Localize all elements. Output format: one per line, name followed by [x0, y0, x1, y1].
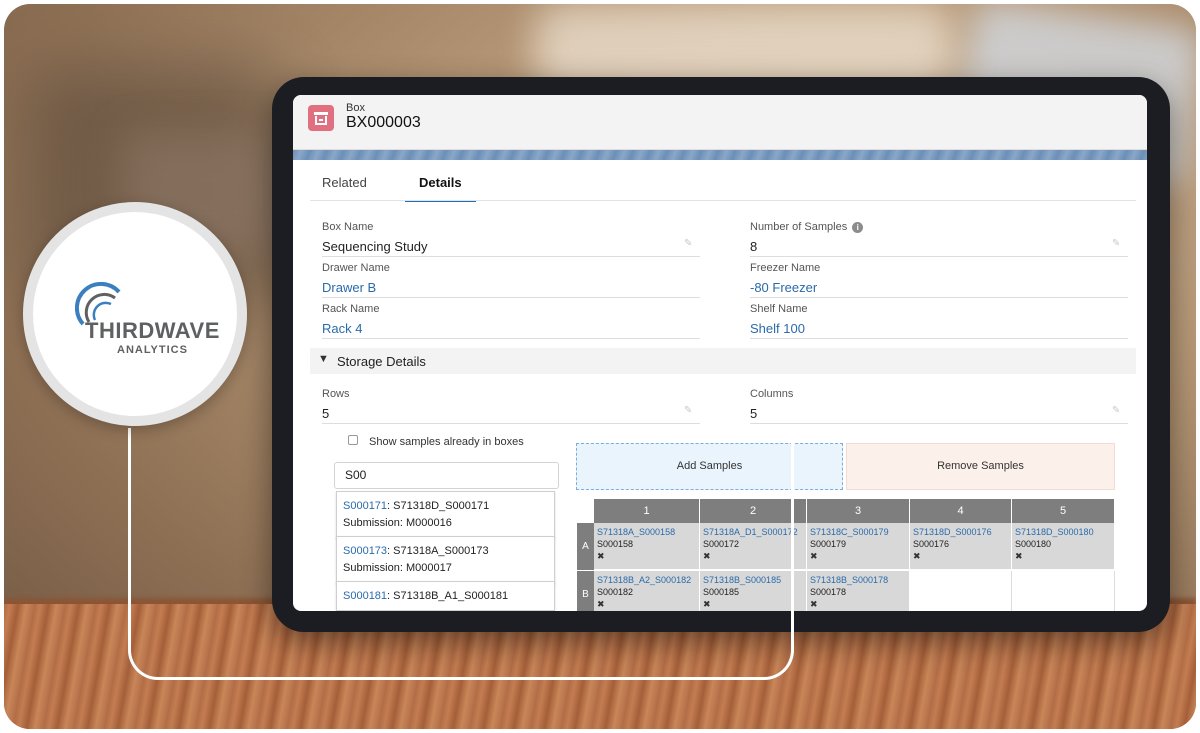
field-label: Rack Name — [322, 303, 380, 315]
cell-sample-name[interactable]: S71318C_S000179 — [810, 526, 906, 538]
cell-sample-id: S000179 — [810, 539, 847, 549]
field-box-name: Box Name Sequencing Study ✎ — [322, 217, 700, 257]
freezer-link[interactable]: -80 Freezer — [750, 280, 817, 295]
field-label: Drawer Name — [322, 262, 390, 274]
cell-sample-name[interactable]: S71318B_S000178 — [810, 574, 906, 586]
field-label: Columns — [750, 388, 794, 400]
field-label: Box Name — [322, 221, 374, 233]
close-icon[interactable]: ✖ — [913, 550, 1008, 562]
field-rows: Rows 5 ✎ — [322, 384, 700, 424]
logo-text: THIRDWAVE — [85, 318, 220, 343]
remove-samples-button[interactable]: Remove Samples — [846, 443, 1115, 490]
close-icon[interactable]: ✖ — [810, 598, 906, 610]
grid-cell-empty[interactable] — [1012, 571, 1115, 611]
record-type: Box — [346, 102, 365, 114]
cell-sample-name[interactable]: S71318D_S000176 — [913, 526, 1008, 538]
chevron-down-icon[interactable]: ▼ — [318, 353, 329, 365]
record-header: Box BX000003 — [293, 95, 1147, 150]
logo-subtext: ANALYTICS — [117, 344, 188, 356]
field-value: Sequencing Study — [322, 239, 428, 254]
field-label: Freezer Name — [750, 262, 821, 274]
field-label: Rows — [322, 388, 350, 400]
field-label: Number of Samples — [750, 221, 848, 233]
field-number-of-samples: Number of Samples i 8 ✎ — [750, 217, 1128, 257]
section-title: Storage Details — [337, 354, 426, 369]
cell-sample-name[interactable]: S71318D_S000180 — [1015, 526, 1111, 538]
pencil-icon[interactable]: ✎ — [1112, 406, 1122, 416]
field-freezer-name: Freezer Name -80 Freezer — [750, 258, 1128, 298]
pencil-icon[interactable]: ✎ — [1112, 239, 1122, 249]
close-icon[interactable]: ✖ — [1015, 550, 1111, 562]
grid-column-header: 3 — [807, 499, 910, 523]
connector-line — [128, 428, 794, 680]
tab-details[interactable]: Details — [405, 175, 476, 202]
cell-sample-id: S000176 — [913, 539, 950, 549]
field-drawer-name: Drawer Name Drawer B — [322, 258, 700, 298]
grid-cell[interactable]: S71318D_S000176 S000176 ✖ — [910, 523, 1012, 570]
grid-cell-empty[interactable] — [910, 571, 1012, 611]
tab-related[interactable]: Related — [322, 175, 367, 200]
cell-sample-id: S000180 — [1015, 539, 1052, 549]
close-icon[interactable]: ✖ — [810, 550, 906, 562]
field-value: 5 — [322, 406, 330, 421]
shelf-link[interactable]: Shelf 100 — [750, 321, 805, 336]
field-value: 8 — [750, 239, 758, 254]
field-columns: Columns 5 ✎ — [750, 384, 1128, 424]
grid-column-header: 5 — [1012, 499, 1115, 523]
logo-badge: THIRDWAVE ANALYTICS — [23, 202, 247, 426]
field-value: 5 — [750, 406, 758, 421]
pencil-icon[interactable]: ✎ — [684, 406, 694, 416]
info-icon[interactable]: i — [852, 221, 864, 233]
record-name: BX000003 — [346, 114, 421, 131]
grid-column-header: 4 — [910, 499, 1012, 523]
cell-sample-id: S000178 — [810, 587, 847, 597]
field-shelf-name: Shelf Name Shelf 100 — [750, 299, 1128, 339]
grid-cell[interactable]: S71318B_S000178 S000178 ✖ — [807, 571, 910, 611]
section-storage-details[interactable]: ▼ Storage Details — [310, 348, 1136, 374]
field-label: Shelf Name — [750, 303, 808, 315]
grid-cell[interactable]: S71318C_S000179 S000179 ✖ — [807, 523, 910, 570]
tab-divider — [310, 200, 1136, 201]
rack-link[interactable]: Rack 4 — [322, 321, 362, 336]
box-icon — [308, 105, 334, 131]
grid-cell[interactable]: S71318D_S000180 S000180 ✖ — [1012, 523, 1115, 570]
header-banner — [293, 150, 1147, 160]
pencil-icon[interactable]: ✎ — [684, 239, 694, 249]
drawer-link[interactable]: Drawer B — [322, 280, 376, 295]
field-rack-name: Rack Name Rack 4 — [322, 299, 700, 339]
